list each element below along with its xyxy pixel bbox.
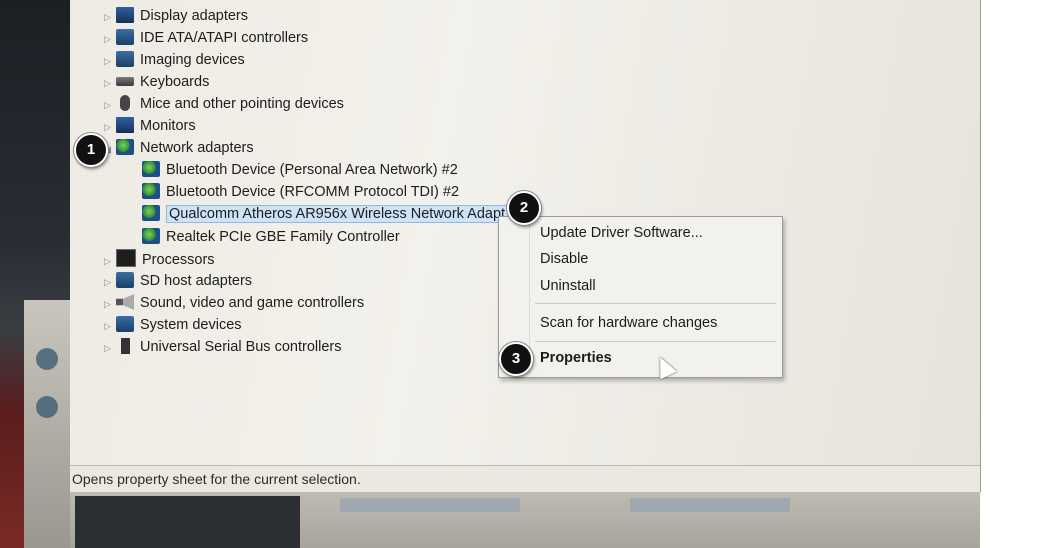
network-adapter-icon: [142, 205, 160, 221]
menu-item-disable[interactable]: Disable: [540, 249, 588, 269]
status-bar: Opens property sheet for the current sel…: [70, 465, 980, 492]
tree-item-imaging-devices[interactable]: ▷ Imaging devices: [104, 50, 245, 70]
background-tile: [340, 498, 520, 512]
tree-item-ide-controllers[interactable]: ▷ IDE ATA/ATAPI controllers: [104, 28, 308, 48]
menu-item-scan-hardware[interactable]: Scan for hardware changes: [540, 313, 717, 333]
ide-controller-icon: [116, 29, 134, 45]
expand-arrow-icon[interactable]: ▷: [104, 51, 116, 71]
network-adapter-icon: [142, 228, 160, 244]
menu-item-uninstall[interactable]: Uninstall: [540, 276, 596, 296]
tree-item-mice[interactable]: ▷ Mice and other pointing devices: [104, 94, 344, 114]
taskbar-app-icon[interactable]: [36, 348, 58, 370]
expand-arrow-icon[interactable]: ▷: [104, 272, 116, 292]
expand-arrow-icon[interactable]: ▷: [104, 7, 116, 27]
usb-icon: [121, 338, 130, 354]
network-adapter-icon: [142, 183, 160, 199]
tree-item-bluetooth-rfcomm[interactable]: Bluetooth Device (RFCOMM Protocol TDI) #…: [142, 182, 459, 202]
menu-item-properties[interactable]: Properties: [540, 348, 612, 368]
speaker-icon: [116, 294, 134, 310]
processor-icon: [116, 249, 136, 267]
tree-item-realtek[interactable]: Realtek PCIe GBE Family Controller: [142, 227, 400, 247]
expand-arrow-icon[interactable]: ▷: [104, 95, 116, 115]
tree-item-usb[interactable]: ▷ Universal Serial Bus controllers: [104, 337, 341, 357]
tree-item-display-adapters[interactable]: ▷ Display adapters: [104, 6, 248, 26]
expand-arrow-icon[interactable]: ▷: [104, 338, 116, 358]
imaging-device-icon: [116, 51, 134, 67]
display-adapter-icon: [116, 7, 134, 23]
monitor-icon: [116, 117, 134, 133]
background-tile: [630, 498, 790, 512]
tree-item-monitors[interactable]: ▷ Monitors: [104, 116, 196, 136]
tree-item-sound[interactable]: ▷ Sound, video and game controllers: [104, 293, 364, 313]
keyboard-icon: [116, 77, 134, 86]
tree-item-qualcomm-wireless[interactable]: Qualcomm Atheros AR956x Wireless Network…: [142, 204, 511, 224]
mouse-icon: [120, 95, 130, 111]
callout-step-1: 1: [74, 133, 108, 167]
callout-step-2: 2: [507, 191, 541, 225]
expand-arrow-icon[interactable]: ▷: [104, 251, 116, 271]
callout-step-3: 3: [499, 342, 533, 376]
selected-item-label: Qualcomm Atheros AR956x Wireless Network…: [166, 205, 511, 223]
tree-item-processors[interactable]: ▷ Processors: [104, 249, 215, 269]
expand-arrow-icon[interactable]: ▷: [104, 316, 116, 336]
desktop-dark-panel: [75, 496, 300, 548]
network-adapter-icon: [116, 139, 134, 155]
menu-separator: [535, 341, 776, 342]
expand-arrow-icon[interactable]: ▷: [104, 294, 116, 314]
taskbar-app-icon[interactable]: [36, 396, 58, 418]
menu-item-update-driver[interactable]: Update Driver Software...: [540, 223, 703, 243]
tree-item-system-devices[interactable]: ▷ System devices: [104, 315, 242, 335]
network-adapter-icon: [142, 161, 160, 177]
expand-arrow-icon[interactable]: ▷: [104, 117, 116, 137]
sd-host-icon: [116, 272, 134, 288]
system-device-icon: [116, 316, 134, 332]
menu-separator: [535, 303, 776, 304]
tree-item-sd-host[interactable]: ▷ SD host adapters: [104, 271, 252, 291]
tree-item-bluetooth-pan[interactable]: Bluetooth Device (Personal Area Network)…: [142, 160, 458, 180]
tree-item-keyboards[interactable]: ▷ Keyboards: [104, 72, 209, 92]
taskbar-strip: [24, 300, 72, 548]
expand-arrow-icon[interactable]: ▷: [104, 73, 116, 93]
context-menu: Update Driver Software... Disable Uninst…: [498, 216, 783, 378]
expand-arrow-icon[interactable]: ▷: [104, 29, 116, 49]
tree-item-network-adapters[interactable]: ◢Network adapters: [104, 138, 254, 158]
